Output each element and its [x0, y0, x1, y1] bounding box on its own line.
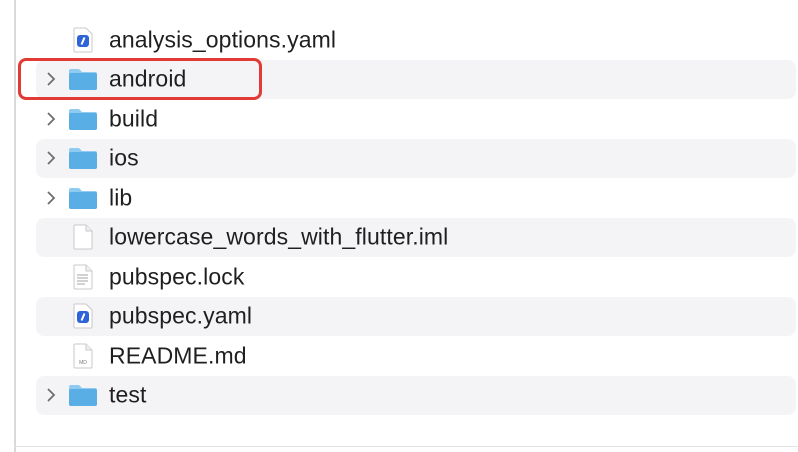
file-name: lowercase_words_with_flutter.iml [109, 223, 449, 250]
folder-icon [68, 184, 98, 212]
file-row-test[interactable]: test [36, 375, 796, 415]
file-row-analysis-options[interactable]: analysis_options.yaml [36, 20, 796, 60]
folder-icon [68, 144, 98, 172]
chevron-right-icon[interactable] [44, 112, 58, 126]
file-name: pubspec.yaml [109, 302, 253, 329]
file-row-pubspec-lock[interactable]: pubspec.lock [36, 257, 796, 297]
file-name: build [109, 105, 159, 132]
file-row-ios[interactable]: ios [36, 138, 796, 178]
file-row-iml[interactable]: lowercase_words_with_flutter.iml [36, 217, 796, 257]
document-icon [68, 223, 98, 251]
file-row-readme[interactable]: MD README.md [36, 336, 796, 376]
sidebar-divider [14, 0, 16, 452]
folder-icon [68, 65, 98, 93]
file-list: analysis_options.yaml android build ios … [36, 20, 796, 415]
chevron-right-icon[interactable] [44, 151, 58, 165]
markdown-badge: MD [79, 360, 87, 366]
chevron-right-icon[interactable] [44, 388, 58, 402]
folder-icon [68, 105, 98, 133]
text-file-icon [68, 263, 98, 291]
folder-icon [68, 381, 98, 409]
file-name: ios [109, 144, 139, 171]
markdown-file-icon: MD [68, 342, 98, 370]
yaml-file-icon [68, 26, 98, 54]
chevron-right-icon[interactable] [44, 191, 58, 205]
file-row-pubspec-yaml[interactable]: pubspec.yaml [36, 296, 796, 336]
file-name: pubspec.lock [109, 263, 245, 290]
finder-window: analysis_options.yaml android build ios … [0, 0, 798, 452]
file-name: android [109, 65, 187, 92]
file-row-lib[interactable]: lib [36, 178, 796, 218]
file-name: lib [109, 184, 133, 211]
file-name: README.md [109, 342, 247, 369]
yaml-file-icon [68, 302, 98, 330]
file-name: test [109, 381, 147, 408]
chevron-right-icon[interactable] [44, 72, 58, 86]
file-row-android[interactable]: android [36, 59, 796, 99]
bottom-divider [14, 446, 798, 447]
file-row-build[interactable]: build [36, 99, 796, 139]
file-name: analysis_options.yaml [109, 26, 337, 53]
